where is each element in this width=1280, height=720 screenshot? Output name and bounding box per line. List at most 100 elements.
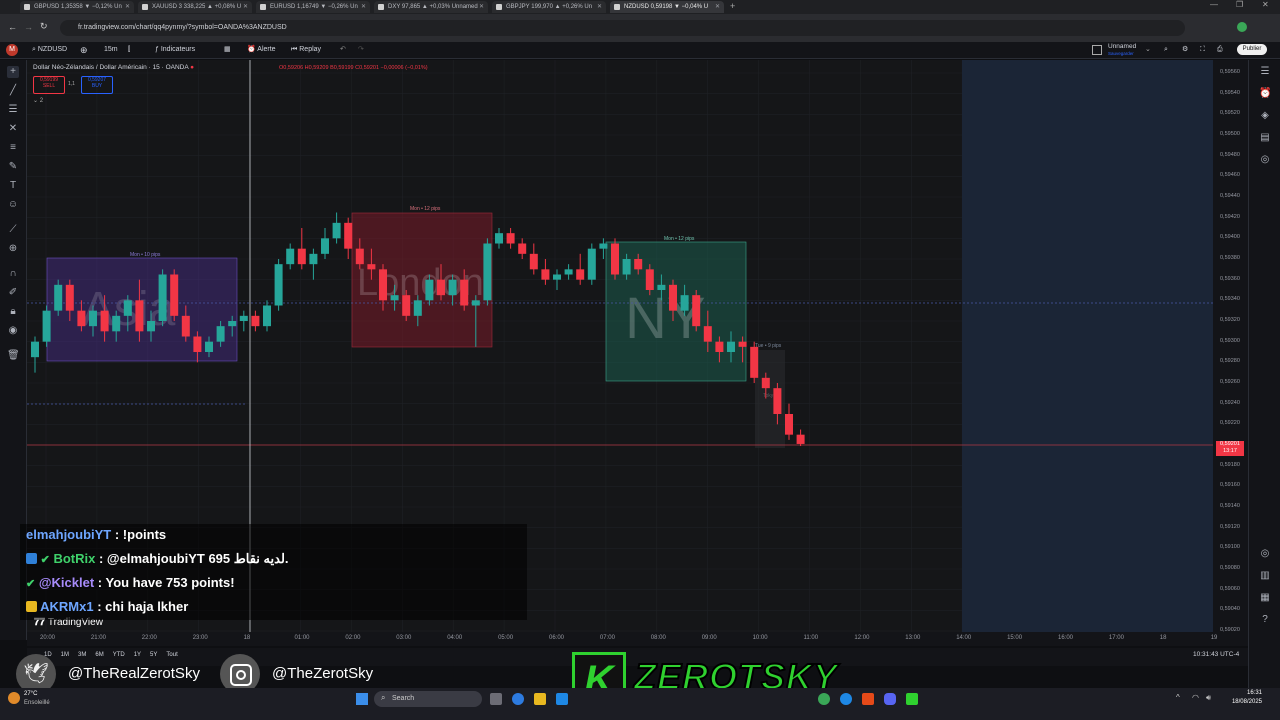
weather-temp[interactable]: 27°C	[24, 691, 37, 697]
candle-bullish[interactable]	[680, 295, 689, 311]
candle-bearish[interactable]	[251, 315, 260, 327]
store-icon[interactable]	[556, 693, 568, 705]
candle-bullish[interactable]	[553, 274, 561, 280]
symbol-search-button[interactable]: ⌕ NZDUSD	[32, 42, 67, 58]
candle-bearish[interactable]	[344, 222, 353, 249]
close-window-icon[interactable]: ✕	[1262, 0, 1269, 9]
candle-bullish[interactable]	[622, 259, 631, 275]
chevron-down-icon[interactable]: ⌄	[1145, 42, 1151, 58]
candle-bearish[interactable]	[181, 315, 190, 337]
collapse-indicators-button[interactable]: ⌄ 2	[33, 97, 43, 104]
candle-bullish[interactable]	[54, 284, 63, 311]
pattern-tool-icon[interactable]: ✕	[7, 123, 19, 135]
candle-bullish[interactable]	[239, 315, 248, 321]
forward-icon[interactable]: →	[24, 22, 33, 32]
apps-grid-icon[interactable]: ▦	[1259, 592, 1271, 604]
replay-button[interactable]: ⏮ Replay	[291, 42, 321, 58]
settings-gear-icon[interactable]: ⚙	[1182, 42, 1188, 58]
windows-start-icon[interactable]	[356, 693, 368, 705]
undo-icon[interactable]: ↶	[340, 42, 346, 58]
symbol-legend-title[interactable]: Dollar Néo-Zélandais / Dollar Américain …	[33, 64, 194, 71]
edge-browser-icon[interactable]	[512, 693, 524, 705]
zoom-in-icon[interactable]: ⊕	[7, 243, 19, 255]
tray-chevron-icon[interactable]: ^	[1176, 693, 1180, 702]
calendar-list-icon[interactable]: ▥	[1259, 570, 1271, 582]
redo-icon[interactable]: ↷	[358, 42, 364, 58]
candle-bearish[interactable]	[785, 414, 793, 435]
file-explorer-icon[interactable]	[534, 693, 546, 705]
task-view-icon[interactable]	[490, 693, 502, 705]
candle-bearish[interactable]	[100, 310, 109, 332]
candle-bullish[interactable]	[321, 238, 329, 254]
brush-icon[interactable]: ✎	[7, 161, 19, 173]
minimize-window-icon[interactable]: —	[1210, 0, 1218, 9]
range-button[interactable]: 5Y	[150, 652, 157, 658]
layout-grid-icon[interactable]: ▦	[224, 42, 231, 58]
candle-bearish[interactable]	[773, 388, 782, 414]
candle-bullish[interactable]	[495, 233, 503, 244]
candle-bearish[interactable]	[367, 264, 376, 270]
candle-bullish[interactable]	[286, 248, 295, 265]
projection-tool-icon[interactable]: ≡	[7, 142, 19, 154]
app-icon[interactable]	[840, 693, 852, 705]
candle-bullish[interactable]	[216, 326, 225, 342]
emoji-icon[interactable]: ☺	[7, 199, 19, 211]
taskbar-time[interactable]: 16:31	[1234, 690, 1262, 696]
taskbar-date[interactable]: 18/08/2025	[1224, 699, 1262, 705]
quick-search-icon[interactable]: ⌕	[1164, 42, 1168, 58]
candle-bullish[interactable]	[123, 300, 132, 316]
candle-bearish[interactable]	[761, 377, 770, 389]
candle-bearish[interactable]	[460, 279, 469, 306]
calendar-icon[interactable]: ▤	[1259, 132, 1271, 144]
alerts-clock-icon[interactable]: ⏰	[1259, 88, 1271, 100]
candle-bearish[interactable]	[506, 233, 515, 244]
candle-bearish[interactable]	[529, 253, 538, 270]
close-tab-icon[interactable]: ✕	[361, 1, 366, 13]
candle-bullish[interactable]	[309, 253, 318, 265]
layout-checkbox[interactable]	[1092, 45, 1102, 55]
candle-bullish[interactable]	[112, 315, 121, 332]
candle-bullish[interactable]	[158, 274, 167, 322]
candle-bearish[interactable]	[715, 341, 724, 352]
range-button[interactable]: 1M	[61, 652, 69, 658]
interval-button[interactable]: 15m	[104, 42, 118, 58]
profile-avatar[interactable]	[1237, 22, 1247, 32]
close-tab-icon[interactable]: ✕	[243, 1, 248, 13]
trash-icon[interactable]: 🗑︎	[7, 350, 20, 362]
range-button[interactable]: Tout	[166, 652, 177, 658]
candle-bearish[interactable]	[135, 300, 144, 332]
kick-app-icon[interactable]	[906, 693, 918, 705]
candle-bullish[interactable]	[89, 310, 97, 327]
close-tab-icon[interactable]: ✕	[125, 1, 130, 13]
candle-bearish[interactable]	[576, 269, 585, 280]
lock-icon[interactable]: 🔒︎	[7, 306, 19, 318]
new-tab-icon[interactable]: +	[730, 1, 735, 11]
candle-bearish[interactable]	[193, 336, 202, 353]
candle-bearish[interactable]	[611, 243, 619, 275]
candle-bullish[interactable]	[413, 300, 422, 316]
candle-bearish[interactable]	[402, 295, 411, 316]
candle-bullish[interactable]	[587, 248, 596, 280]
candle-bearish[interactable]	[355, 248, 364, 265]
browser-tab[interactable]: DXY 97,865 ▲ +0,03% Unnamed ✕	[374, 1, 488, 13]
utc-clock[interactable]: 10:31:43 UTC-4	[1193, 651, 1239, 658]
candle-bearish[interactable]	[796, 434, 805, 444]
candle-bullish[interactable]	[205, 341, 213, 352]
candle-bearish[interactable]	[645, 269, 654, 290]
alert-button[interactable]: ⏰ Alerte	[247, 42, 276, 58]
ruler-icon[interactable]: ⟋	[7, 224, 19, 236]
browser-tab[interactable]: GBPUSD 1,35358 ▼ −0,12% Un ✕	[20, 1, 134, 13]
back-icon[interactable]: ←	[8, 22, 17, 32]
indicators-button[interactable]: ƒ Indicateurs	[155, 42, 195, 58]
stay-drawing-icon[interactable]: ✐	[7, 287, 19, 299]
close-tab-icon[interactable]: ✕	[597, 1, 602, 13]
wifi-icon[interactable]: ◠	[1192, 693, 1199, 702]
time-axis[interactable]: 20:00 21:00 22:00 23:00 18 01:00 02:00 03:00 04:…	[27, 632, 1248, 646]
discord-icon[interactable]	[884, 693, 896, 705]
target-icon[interactable]: ◎	[1259, 548, 1271, 560]
taskbar-search[interactable]: Search	[374, 691, 482, 707]
candle-bullish[interactable]	[564, 269, 573, 275]
candle-bearish[interactable]	[669, 284, 677, 311]
eye-icon[interactable]: ◉	[7, 325, 19, 337]
candle-bullish[interactable]	[425, 279, 434, 301]
